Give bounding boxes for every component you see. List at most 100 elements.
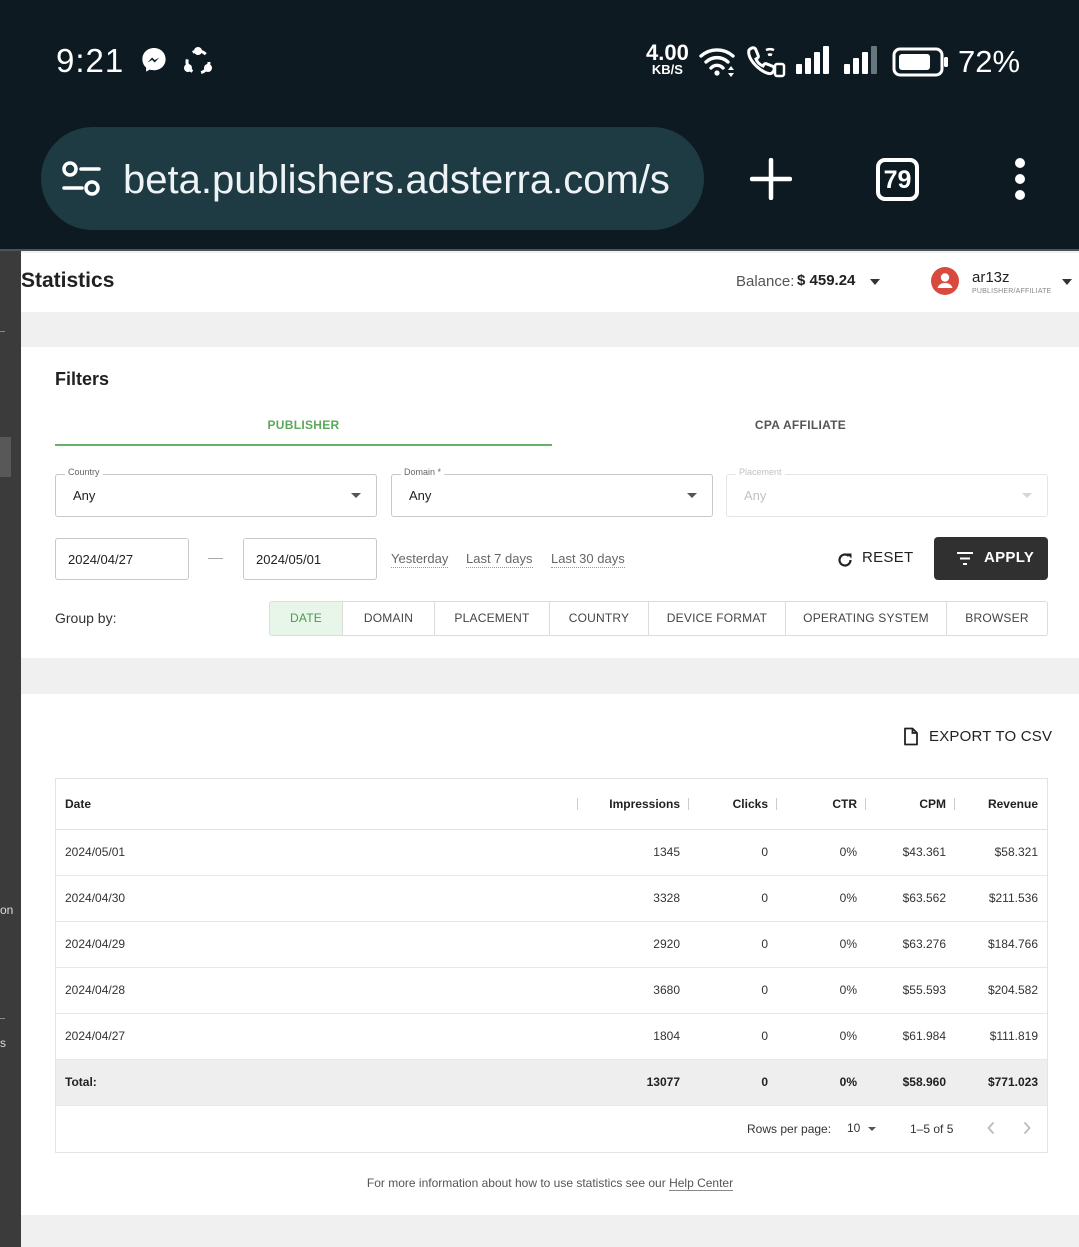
total-clicks: 0 bbox=[689, 1059, 777, 1106]
pagination-range: 1–5 of 5 bbox=[910, 1122, 954, 1136]
drawer-selected-item[interactable] bbox=[0, 437, 11, 477]
cell-ctr: 0% bbox=[777, 1013, 866, 1060]
group-by-country[interactable]: COUNTRY bbox=[550, 602, 649, 635]
chevron-down-icon bbox=[1022, 493, 1032, 498]
table-row: 2024/04/28 3680 0 0% $55.593 $204.582 bbox=[56, 967, 1047, 1014]
cell-revenue: $211.536 bbox=[955, 875, 1047, 922]
tab-publisher[interactable]: PUBLISHER bbox=[55, 418, 552, 432]
domain-label: Domain * bbox=[401, 467, 445, 477]
wifi-icon bbox=[699, 48, 735, 77]
new-tab-icon[interactable] bbox=[750, 158, 792, 200]
filter-icon bbox=[957, 552, 973, 565]
column-header-revenue[interactable]: Revenue bbox=[955, 779, 1047, 830]
group-by-domain[interactable]: DOMAIN bbox=[343, 602, 435, 635]
user-name[interactable]: ar13z bbox=[972, 269, 1010, 286]
column-header-ctr[interactable]: CTR bbox=[777, 779, 866, 830]
quick-range-yesterday[interactable]: Yesterday bbox=[391, 551, 449, 568]
date-from-input[interactable]: 2024/04/27 bbox=[55, 538, 189, 580]
cell-impressions: 1345 bbox=[578, 829, 689, 876]
cell-revenue: $204.582 bbox=[955, 967, 1047, 1014]
site-settings-icon[interactable] bbox=[61, 160, 103, 198]
active-tab-indicator bbox=[55, 444, 552, 446]
chevron-right-icon[interactable] bbox=[1022, 1121, 1032, 1135]
quick-range-last-30-days[interactable]: Last 30 days bbox=[551, 551, 625, 568]
battery-icon bbox=[892, 47, 948, 77]
group-by-device-format[interactable]: DEVICE FORMAT bbox=[649, 602, 786, 635]
cell-cpm: $43.361 bbox=[866, 829, 955, 876]
tab-cpa-affiliate[interactable]: CPA AFFILIATE bbox=[552, 418, 1049, 432]
column-header-cpm[interactable]: CPM bbox=[866, 779, 955, 830]
cell-date: 2024/04/30 bbox=[56, 875, 578, 922]
menu-dots-icon[interactable] bbox=[1012, 157, 1028, 201]
help-center-link[interactable]: Help Center bbox=[669, 1176, 734, 1191]
cell-revenue: $58.321 bbox=[955, 829, 1047, 876]
placement-label: Placement bbox=[736, 467, 785, 477]
cell-revenue: $111.819 bbox=[955, 1013, 1047, 1060]
chrome-divider bbox=[0, 249, 1079, 251]
cell-impressions: 3328 bbox=[578, 875, 689, 922]
table-row: 2024/04/27 1804 0 0% $61.984 $111.819 bbox=[56, 1013, 1047, 1060]
user-icon bbox=[937, 273, 953, 288]
statistics-card: EXPORT TO CSV Date Impressions Clicks CT… bbox=[21, 694, 1079, 1215]
domain-select[interactable]: Domain * Any bbox=[391, 467, 713, 517]
date-to-input[interactable]: 2024/05/01 bbox=[243, 538, 377, 580]
quick-range-last-7-days[interactable]: Last 7 days bbox=[466, 551, 533, 568]
url-text[interactable]: beta.publishers.adsterra.com/s bbox=[123, 158, 685, 203]
column-header-impressions[interactable]: Impressions bbox=[578, 779, 689, 830]
side-navigation-drawer[interactable]: on s bbox=[0, 251, 21, 1247]
group-by-label: Group by: bbox=[55, 610, 117, 626]
rows-per-page-label: Rows per page: bbox=[747, 1122, 832, 1136]
cell-clicks: 0 bbox=[689, 875, 777, 922]
table-row: 2024/04/29 2920 0 0% $63.276 $184.766 bbox=[56, 921, 1047, 968]
url-bar[interactable]: beta.publishers.adsterra.com/s bbox=[41, 127, 704, 230]
placement-value: Any bbox=[744, 488, 767, 503]
apply-button[interactable]: APPLY bbox=[934, 537, 1048, 580]
cell-cpm: $61.984 bbox=[866, 1013, 955, 1060]
group-by-browser[interactable]: BROWSER bbox=[947, 602, 1047, 635]
drawer-item-fragment[interactable]: on bbox=[0, 903, 13, 917]
group-by-operating-system[interactable]: OPERATING SYSTEM bbox=[786, 602, 947, 635]
country-value: Any bbox=[73, 488, 96, 503]
messenger-icon bbox=[142, 48, 166, 72]
total-revenue: $771.023 bbox=[955, 1059, 1047, 1106]
rows-per-page-select[interactable]: 10 bbox=[847, 1121, 860, 1135]
browser-chrome: 9:21 4.00 KB/S 72% beta.publishers.adste… bbox=[0, 0, 1079, 251]
domain-value: Any bbox=[409, 488, 432, 503]
page-title: Statistics bbox=[21, 269, 115, 292]
network-speed-unit: KB/S bbox=[651, 62, 683, 77]
column-header-date[interactable]: Date bbox=[56, 779, 578, 830]
chevron-down-icon[interactable] bbox=[868, 1127, 876, 1131]
cell-ctr: 0% bbox=[777, 967, 866, 1014]
statistics-table: Date Impressions Clicks CTR CPM Revenue … bbox=[55, 778, 1048, 1153]
balance-value[interactable]: $ 459.24 bbox=[797, 272, 855, 289]
placement-select: Placement Any bbox=[726, 467, 1048, 517]
balance-label: Balance: bbox=[736, 273, 795, 290]
total-cpm: $58.960 bbox=[866, 1059, 955, 1106]
total-impressions: 13077 bbox=[578, 1059, 689, 1106]
group-by-placement[interactable]: PLACEMENT bbox=[435, 602, 550, 635]
country-label: Country bbox=[65, 467, 103, 477]
cell-cpm: $55.593 bbox=[866, 967, 955, 1014]
date-range-separator bbox=[208, 558, 223, 559]
total-ctr: 0% bbox=[777, 1059, 866, 1106]
cell-cpm: $63.276 bbox=[866, 921, 955, 968]
user-menu-dropdown-icon[interactable] bbox=[1062, 279, 1072, 285]
cell-impressions: 2920 bbox=[578, 921, 689, 968]
group-by-date[interactable]: DATE bbox=[270, 602, 343, 635]
reset-label: RESET bbox=[862, 549, 914, 566]
country-select[interactable]: Country Any bbox=[55, 467, 377, 517]
avatar[interactable] bbox=[931, 267, 959, 295]
wifi-calling-icon bbox=[747, 46, 786, 78]
drawer-item-fragment[interactable]: s bbox=[0, 1036, 6, 1050]
tab-switcher-button[interactable]: 79 bbox=[876, 158, 919, 201]
balance-dropdown-icon[interactable] bbox=[870, 279, 880, 285]
cell-clicks: 0 bbox=[689, 829, 777, 876]
help-footer: For more information about how to use st… bbox=[21, 1176, 1079, 1191]
page-header: Statistics Balance: $ 459.24 ar13z PUBLI… bbox=[21, 253, 1079, 312]
file-icon bbox=[904, 727, 918, 746]
cell-date: 2024/04/29 bbox=[56, 921, 578, 968]
share-app-icon bbox=[184, 47, 212, 75]
column-header-clicks[interactable]: Clicks bbox=[689, 779, 777, 830]
drawer-divider bbox=[0, 1018, 5, 1019]
chevron-left-icon[interactable] bbox=[986, 1121, 996, 1135]
